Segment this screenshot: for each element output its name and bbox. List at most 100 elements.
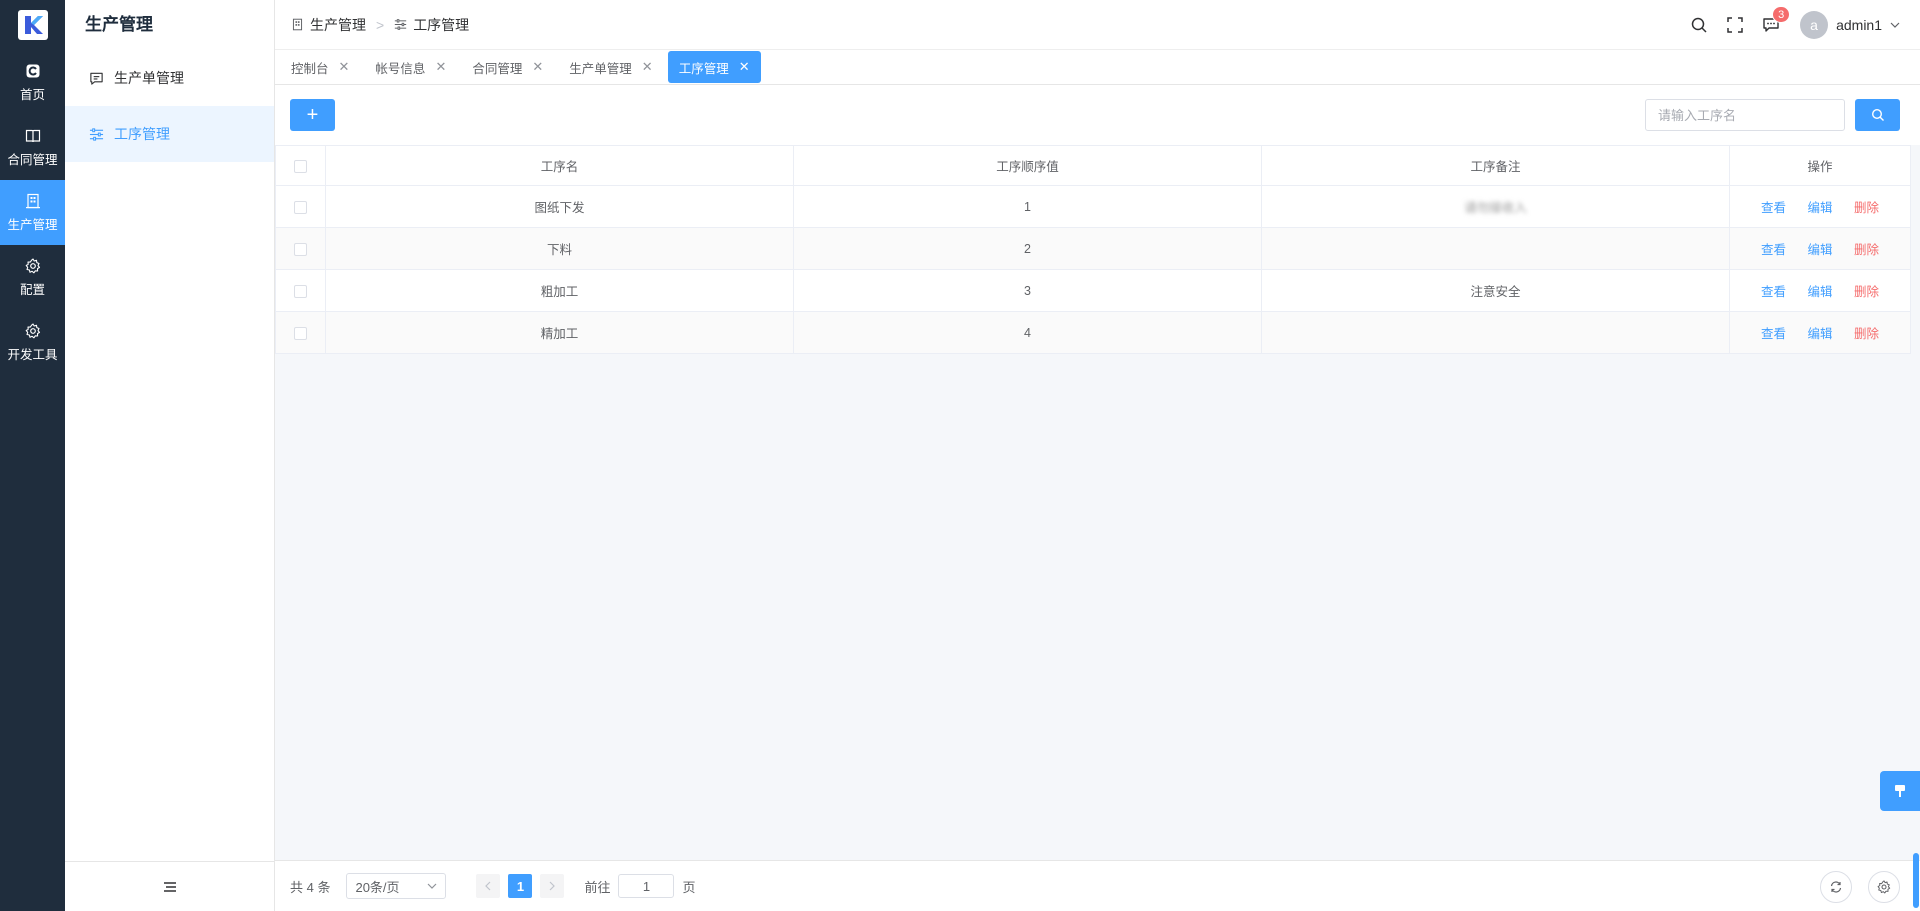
row-checkbox[interactable] [294, 200, 307, 214]
table-row: 粗加工 3 注意安全 查看 编辑 删除 [275, 269, 1911, 312]
page-number-current[interactable]: 1 [508, 874, 533, 898]
rail-item-label: 配置 [19, 282, 45, 297]
refresh-button[interactable] [1820, 871, 1852, 903]
building-icon [25, 193, 40, 208]
submenu-title: 生产管理 [85, 15, 153, 34]
top-header: 生产管理 > 工序管理 3 a admin1 [275, 0, 1920, 50]
row-checkbox[interactable] [294, 242, 307, 256]
process-table: 工序名 工序顺序值 工序备注 操作 图纸下发 1 请勿接收入 查看 编辑 删除 [275, 145, 1911, 354]
tab-label: 合同管理 [472, 61, 523, 76]
submenu-item-process[interactable]: 工序管理 [65, 106, 274, 162]
close-icon[interactable]: ✕ [739, 59, 750, 75]
next-page-button[interactable] [540, 874, 565, 898]
cell-order: 1 [793, 185, 1262, 228]
refresh-icon [1830, 881, 1842, 893]
row-checkbox[interactable] [294, 326, 307, 340]
gear-icon [25, 322, 40, 338]
notification-icon[interactable]: 3 [1762, 6, 1791, 34]
table-header-row: 工序名 工序顺序值 工序备注 操作 [275, 145, 1911, 186]
rail-item-contract[interactable]: 合同管理 [0, 115, 65, 180]
cell-order: 2 [793, 227, 1262, 270]
icon-rail: 首页 合同管理 生产管理 配置 开发工具 [0, 0, 65, 911]
edit-link[interactable]: 编辑 [1807, 285, 1832, 299]
edit-link[interactable]: 编辑 [1807, 327, 1832, 341]
cell-note [1261, 227, 1730, 270]
submenu-item-label: 工序管理 [114, 126, 170, 142]
breadcrumb: 生产管理 > 工序管理 [275, 15, 469, 35]
chevron-right-icon [550, 881, 556, 891]
close-icon[interactable]: ✕ [339, 59, 350, 75]
rail-item-home[interactable]: 首页 [0, 50, 65, 115]
rail-item-config[interactable]: 配置 [0, 245, 65, 310]
delete-link[interactable]: 删除 [1854, 243, 1879, 257]
close-icon[interactable]: ✕ [532, 59, 543, 75]
scrollbar-thumb[interactable] [1913, 853, 1919, 908]
close-icon[interactable]: ✕ [435, 59, 446, 75]
goto-page: 前往 页 [584, 874, 696, 898]
chevron-down-icon [428, 883, 437, 889]
pagination-bar: 共 4 条 20条/页 1 前往 页 [275, 860, 1920, 911]
table-row: 下料 2 查看 编辑 删除 [275, 227, 1911, 270]
select-all-checkbox[interactable] [294, 159, 307, 173]
delete-link[interactable]: 删除 [1854, 285, 1879, 299]
delete-link[interactable]: 删除 [1854, 327, 1879, 341]
fullscreen-icon[interactable] [1726, 16, 1744, 34]
search-button[interactable] [1855, 99, 1900, 131]
add-button[interactable]: + [290, 99, 335, 131]
view-link[interactable]: 查看 [1761, 201, 1786, 215]
cell-order: 3 [793, 269, 1262, 312]
gear-icon [1877, 880, 1891, 894]
edit-link[interactable]: 编辑 [1807, 201, 1832, 215]
footer-actions [1804, 871, 1900, 903]
view-link[interactable]: 查看 [1761, 285, 1786, 299]
scrollbar[interactable] [1912, 850, 1920, 911]
user-menu[interactable]: a admin1 [1800, 11, 1900, 39]
column-settings-button[interactable] [1868, 871, 1900, 903]
edit-link[interactable]: 编辑 [1807, 243, 1832, 257]
tab-contract[interactable]: 合同管理 ✕ [461, 51, 554, 83]
tab-label: 控制台 [291, 61, 329, 76]
close-icon[interactable]: ✕ [642, 59, 653, 75]
tab-label: 帐号信息 [375, 61, 426, 76]
rail-item-devtools[interactable]: 开发工具 [0, 310, 65, 375]
app-logo[interactable] [0, 0, 65, 50]
tab-account[interactable]: 帐号信息 ✕ [364, 51, 457, 83]
submenu: 生产管理 生产单管理 工序管理 [65, 0, 275, 911]
prev-page-button[interactable] [476, 874, 501, 898]
breadcrumb-item-process: 工序管理 [394, 15, 469, 35]
tab-production-orders[interactable]: 生产单管理 ✕ [558, 51, 663, 83]
book-icon [25, 129, 40, 142]
cell-name: 图纸下发 [325, 185, 794, 228]
tab-label: 生产单管理 [569, 61, 632, 76]
toolbar: + [275, 85, 1920, 145]
menu-fold-icon [163, 881, 176, 892]
page-size-select[interactable]: 20条/页 [346, 873, 447, 899]
tab-process[interactable]: 工序管理 ✕ [667, 51, 761, 83]
view-link[interactable]: 查看 [1761, 327, 1786, 341]
home-icon [26, 64, 39, 77]
search-input[interactable] [1645, 99, 1845, 131]
view-link[interactable]: 查看 [1761, 243, 1786, 257]
breadcrumb-label: 工序管理 [413, 16, 470, 33]
rail-item-production[interactable]: 生产管理 [0, 180, 65, 245]
theme-settings-button[interactable] [1880, 771, 1920, 811]
rail-item-label: 开发工具 [7, 347, 58, 362]
page-size-value: 20条/页 [355, 879, 400, 895]
breadcrumb-item-production[interactable]: 生产管理 [291, 15, 366, 35]
submenu-item-label: 生产单管理 [114, 70, 184, 86]
row-checkbox[interactable] [294, 284, 307, 298]
chevron-down-icon [1890, 22, 1900, 28]
cell-note: 注意安全 [1261, 269, 1730, 312]
tab-dashboard[interactable]: 控制台 ✕ [280, 51, 360, 83]
submenu-item-production-orders[interactable]: 生产单管理 [65, 50, 274, 106]
delete-link[interactable]: 删除 [1854, 201, 1879, 215]
column-header: 工序名 [325, 145, 794, 186]
goto-page-input[interactable] [618, 874, 675, 898]
page-tabs: 控制台 ✕ 帐号信息 ✕ 合同管理 ✕ 生产单管理 ✕ 工序管理 ✕ [275, 50, 1920, 85]
collapse-menu-button[interactable] [65, 861, 274, 911]
search-icon[interactable] [1690, 16, 1708, 34]
page-suffix: 页 [682, 879, 696, 895]
avatar: a [1800, 11, 1829, 39]
cell-name: 精加工 [325, 311, 794, 354]
breadcrumb-separator: > [376, 16, 385, 33]
